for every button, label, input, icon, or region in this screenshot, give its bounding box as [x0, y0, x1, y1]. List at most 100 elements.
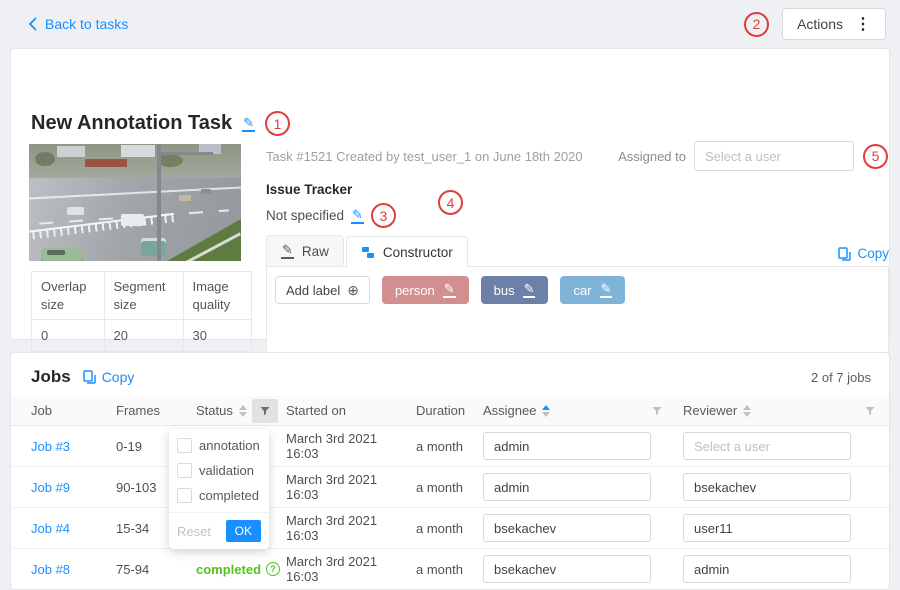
- task-preview-image: [29, 144, 241, 261]
- chevron-left-icon: [28, 17, 37, 31]
- param-value-segment: 20: [104, 320, 183, 352]
- assigned-to-label: Assigned to: [618, 149, 686, 164]
- checkbox-icon[interactable]: [177, 438, 192, 453]
- duration-value: a month: [411, 521, 478, 536]
- callout-3: 3: [371, 203, 396, 228]
- status-filter-icon[interactable]: [252, 399, 278, 423]
- pencil-icon: ✎: [281, 243, 294, 259]
- filter-option-completed[interactable]: completed: [169, 483, 269, 508]
- filter-option-label: validation: [199, 463, 254, 478]
- labels-copy-label: Copy: [857, 246, 889, 261]
- edit-task-name-icon[interactable]: ✎: [242, 116, 255, 132]
- assignee-select[interactable]: [483, 514, 651, 542]
- labels-copy-link[interactable]: Copy: [838, 246, 889, 261]
- preview-background: [29, 144, 241, 178]
- callout-2: 2: [744, 12, 769, 37]
- col-reviewer-sort[interactable]: Reviewer: [683, 403, 751, 418]
- actions-button[interactable]: Actions ⋮: [782, 8, 886, 40]
- jobs-copy-link[interactable]: Copy: [83, 369, 135, 385]
- col-status-label: Status: [196, 403, 233, 418]
- label-name: car: [573, 283, 591, 298]
- filter-option-validation[interactable]: validation: [169, 458, 269, 483]
- sort-carets-icon: [542, 405, 550, 417]
- callout-4: 4: [438, 190, 463, 215]
- checkbox-icon[interactable]: [177, 463, 192, 478]
- param-header-overlap: Overlap size: [32, 272, 105, 320]
- job-row-8: Job #8 75-94 completed ? March 3rd 2021 …: [11, 549, 890, 590]
- assigned-to-select[interactable]: [694, 141, 854, 171]
- job-link[interactable]: Job #8: [31, 562, 70, 577]
- job-link[interactable]: Job #9: [31, 480, 70, 495]
- add-label-text: Add label: [286, 283, 340, 298]
- duration-value: a month: [411, 562, 478, 577]
- filter-ok-button[interactable]: OK: [226, 520, 261, 542]
- param-value-overlap: 0: [32, 320, 105, 352]
- copy-icon: [838, 247, 851, 261]
- back-to-tasks-label: Back to tasks: [45, 16, 128, 32]
- col-assignee-sort[interactable]: Assignee: [483, 403, 550, 418]
- col-status-sort[interactable]: Status: [196, 403, 247, 418]
- tab-constructor-label: Constructor: [383, 245, 453, 260]
- edit-label-icon[interactable]: ✎: [443, 282, 456, 298]
- edit-label-icon[interactable]: ✎: [600, 282, 613, 298]
- edit-issue-tracker-icon[interactable]: ✎: [351, 208, 364, 224]
- reviewer-filter-icon[interactable]: [857, 399, 883, 423]
- param-header-quality: Image quality: [183, 272, 251, 320]
- back-to-tasks-link[interactable]: Back to tasks: [28, 16, 128, 32]
- reviewer-select[interactable]: [683, 555, 851, 583]
- assignee-select[interactable]: [483, 432, 651, 460]
- job-row-3: Job #3 0-19 March 3rd 2021 16:03 a month: [11, 426, 890, 467]
- tab-raw-label: Raw: [302, 244, 329, 259]
- build-icon: [361, 245, 375, 259]
- label-chip-person[interactable]: person ✎: [382, 276, 469, 304]
- duration-value: a month: [411, 439, 478, 454]
- task-parameters-table: Overlap size Segment size Image quality …: [31, 271, 252, 352]
- label-name: bus: [494, 283, 515, 298]
- assignee-filter-icon[interactable]: [644, 399, 670, 423]
- jobs-count: 2 of 7 jobs: [811, 370, 871, 385]
- task-title: New Annotation Task: [31, 112, 232, 135]
- actions-label: Actions: [797, 16, 843, 32]
- edit-label-icon[interactable]: ✎: [523, 282, 536, 298]
- tab-raw[interactable]: ✎ Raw: [266, 235, 344, 267]
- task-details-page: Back to tasks 2 Actions ⋮ New Annotation…: [0, 0, 900, 590]
- reviewer-select[interactable]: [683, 473, 851, 501]
- jobs-card: Jobs Copy 2 of 7 jobs Job Frames Status: [10, 352, 890, 590]
- param-value-quality: 30: [183, 320, 251, 352]
- reviewer-select[interactable]: [683, 432, 851, 460]
- top-bar: Back to tasks 2 Actions ⋮: [0, 0, 900, 48]
- tab-constructor[interactable]: Constructor: [346, 236, 468, 268]
- issue-tracker-label: Issue Tracker: [266, 182, 396, 197]
- preview-road: [29, 178, 241, 261]
- callout-1: 1: [265, 111, 290, 136]
- label-chip-car[interactable]: car ✎: [560, 276, 625, 304]
- task-meta-text: Task #1521 Created by test_user_1 on Jun…: [266, 149, 583, 164]
- filter-option-annotation[interactable]: annotation: [169, 433, 269, 458]
- sort-carets-icon: [239, 405, 247, 417]
- sort-carets-icon: [743, 405, 751, 417]
- checkbox-icon[interactable]: [177, 488, 192, 503]
- assignee-select[interactable]: [483, 555, 651, 583]
- label-chip-bus[interactable]: bus ✎: [481, 276, 549, 304]
- job-row-4: Job #4 15-34 March 3rd 2021 16:03 a mont…: [11, 508, 890, 549]
- jobs-title: Jobs: [31, 367, 71, 387]
- question-circle-icon[interactable]: ?: [266, 562, 280, 576]
- add-label-button[interactable]: Add label ⊕: [275, 276, 370, 304]
- jobs-copy-label: Copy: [102, 369, 135, 385]
- job-link[interactable]: Job #4: [31, 521, 70, 536]
- filter-option-label: completed: [199, 488, 259, 503]
- col-frames: Frames: [116, 403, 191, 418]
- more-vertical-icon: ⋮: [855, 14, 871, 34]
- reviewer-select[interactable]: [683, 514, 851, 542]
- param-header-segment: Segment size: [104, 272, 183, 320]
- job-link[interactable]: Job #3: [31, 439, 70, 454]
- copy-icon: [83, 370, 96, 384]
- started-value: March 3rd 2021 16:03: [281, 554, 411, 584]
- started-value: March 3rd 2021 16:03: [281, 431, 411, 461]
- filter-reset-button[interactable]: Reset: [177, 524, 211, 539]
- frames-value: 75-94: [116, 562, 191, 577]
- assignee-select[interactable]: [483, 473, 651, 501]
- col-reviewer-label: Reviewer: [683, 403, 737, 418]
- col-started: Started on: [281, 403, 411, 418]
- task-card: New Annotation Task ✎ 1 Overlap size: [10, 48, 890, 340]
